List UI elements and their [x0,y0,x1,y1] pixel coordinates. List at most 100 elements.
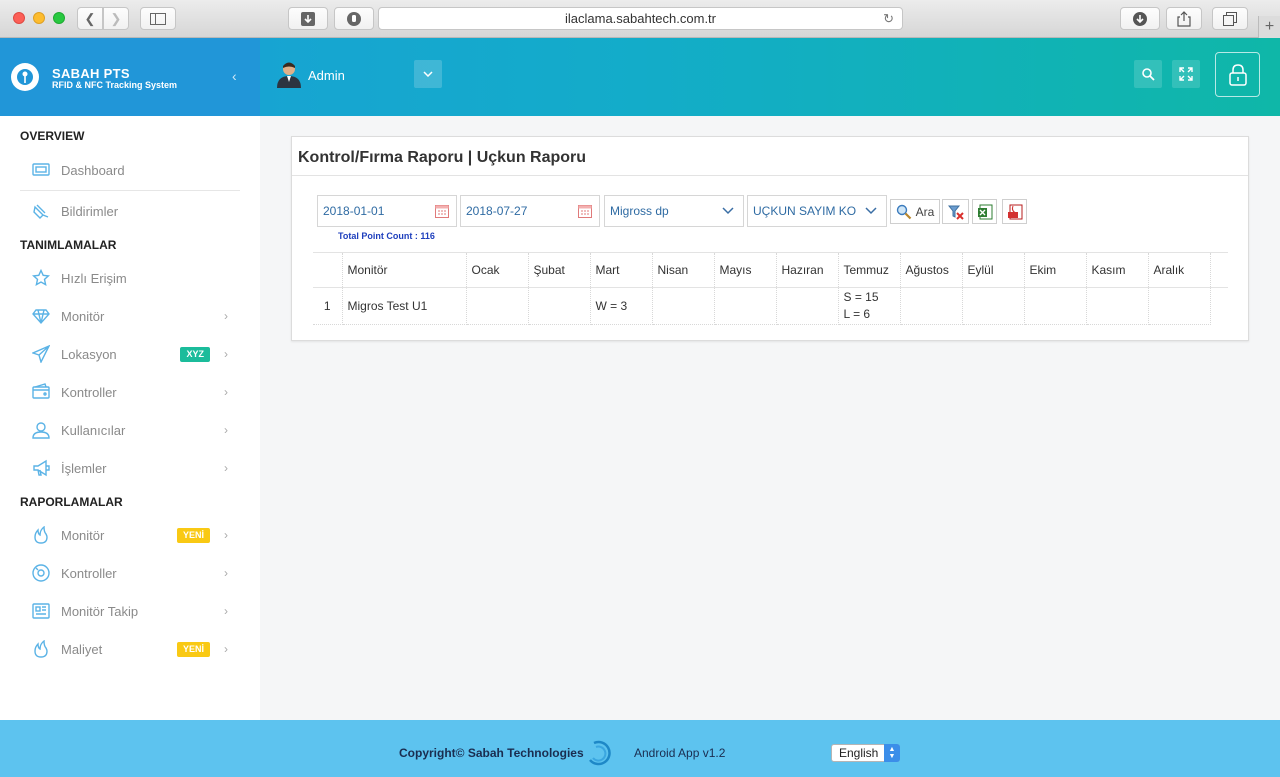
select-arrows-icon: ▲ ▼ [884,744,900,762]
section-title-overview: OVERVIEW [20,129,85,143]
copyright-text: Copyright© Sabah Technologies [399,746,584,760]
forward-button[interactable]: ❯ [103,7,129,30]
share-button[interactable] [1166,7,1202,30]
fire-icon [30,524,52,546]
calendar-icon[interactable] [578,204,592,218]
table-header-row: Monitör Ocak Şubat Mart Nisan Mayıs Hazı… [313,252,1228,288]
pin-logo-icon [11,63,39,91]
sidebar-item-monitor-takip[interactable]: Monitör Takip › [20,596,240,626]
footer: Copyright© Sabah Technologies Android Ap… [0,720,1280,777]
divider [20,190,240,191]
clear-filter-icon [947,205,964,220]
sidebar-item-islemler[interactable]: İşlemler › [20,453,240,483]
language-select[interactable]: English ▲ ▼ [831,744,900,762]
new-tab-button[interactable]: + [1258,16,1280,38]
month-cell [652,287,715,325]
sidebar-item-bildirimler[interactable]: Bildirimler [20,196,240,226]
back-button[interactable]: ❮ [77,7,103,30]
sidebar-item-label: Kontroller [61,384,117,400]
privacy-extension-button[interactable] [334,7,374,30]
chevron-left-icon: ❮ [84,10,96,26]
user-name[interactable]: Admin [308,68,345,83]
report-table: Monitör Ocak Şubat Mart Nisan Mayıs Hazı… [313,252,1228,325]
total-point-count: Total Point Count : 116 [338,231,435,241]
column-header: Kasım [1086,252,1149,288]
month-cell [1086,287,1149,325]
brand-title: SABAH PTS [52,66,130,81]
lock-icon [1228,63,1247,86]
column-header: Hazıran [776,252,839,288]
clear-filter-button[interactable] [942,199,969,224]
diamond-icon [30,305,52,327]
sidebar-item-dashboard[interactable]: Dashboard [20,155,240,185]
month-cell [1024,287,1087,325]
downloads-button[interactable] [1120,7,1160,30]
collapse-sidebar-icon[interactable]: ‹ [232,68,237,84]
reload-icon[interactable]: ↻ [883,11,894,27]
chevron-right-icon: › [224,423,228,437]
end-date-value: 2018-07-27 [466,204,528,218]
sidebar-item-rapor-kontroller[interactable]: Kontroller › [20,558,240,588]
chevron-right-icon: › [224,642,228,656]
avatar[interactable] [276,60,302,88]
expand-icon [1179,67,1193,81]
sidebar-item-label: Kullanıcılar [61,422,126,438]
chevron-right-icon: › [224,604,228,618]
download-extension-button[interactable] [288,7,328,30]
start-date-input[interactable]: 2018-01-01 [317,195,457,227]
column-header: Ocak [466,252,529,288]
report-type-select[interactable]: UÇKUN SAYIM KO [747,195,887,227]
calendar-icon[interactable] [435,204,449,218]
table-row: 1 Migros Test U1 W = 3 S = 15 L = 6 [313,287,1228,325]
sidebar-toggle-button[interactable] [140,7,176,30]
sidebar-item-hizli-erisim[interactable]: Hızlı Erişim [20,263,240,293]
lock-screen-button[interactable] [1215,52,1260,97]
export-excel-button[interactable] [972,199,997,224]
close-window-button[interactable] [13,12,25,24]
chevron-down-icon [423,71,433,77]
monitor-icon [30,159,52,181]
download-arrow-icon [301,11,315,26]
address-bar[interactable]: ilaclama.sabahtech.com.tr ↻ [378,7,903,30]
main-content: Kontrol/Fırma Raporu | Uçkun Raporu 2018… [260,116,1280,720]
month-cell [714,287,777,325]
page-title: Kontrol/Fırma Raporu | Uçkun Raporu [298,149,587,166]
export-pdf-button[interactable] [1002,199,1027,224]
user-menu-dropdown[interactable] [414,60,442,88]
month-cell [776,287,839,325]
end-date-input[interactable]: 2018-07-27 [460,195,600,227]
column-header [313,252,343,288]
sidebar-item-label: Kontroller [61,565,117,581]
sidebar-item-monitor[interactable]: Monitör › [20,301,240,331]
column-header: Aralık [1148,252,1211,288]
sidebar-item-kullanicilar[interactable]: Kullanıcılar › [20,415,240,445]
sidebar-item-label: Maliyet [61,641,103,657]
company-select[interactable]: Migross dp [604,195,744,227]
android-app-link[interactable]: Android App v1.2 [634,746,725,760]
excel-icon [977,204,992,219]
sidebar-item-rapor-monitor[interactable]: Monitör YENİ › [20,520,240,550]
chevron-right-icon: › [224,309,228,323]
month-cell [466,287,529,325]
sidebar-item-lokasyon[interactable]: Lokasyon XYZ › [20,339,240,369]
new-badge: YENİ [176,527,210,543]
company-value: Migross dp [610,204,669,218]
zoom-window-button[interactable] [53,12,65,24]
newspaper-icon [30,600,52,622]
sidebar-item-maliyet[interactable]: Maliyet YENİ › [20,634,240,664]
bell-icon [30,200,52,222]
fullscreen-button[interactable] [1172,60,1200,88]
tabs-overview-button[interactable] [1212,7,1248,30]
column-header: Temmuz [838,252,901,288]
search-button[interactable] [1134,60,1162,88]
section-title-raporlamalar: RAPORLAMALAR [20,495,123,509]
share-icon [1177,10,1191,27]
report-type-value: UÇKUN SAYIM KO [753,204,857,218]
sidebar-item-kontroller[interactable]: Kontroller › [20,377,240,407]
search-report-button[interactable]: Ara [890,199,940,224]
sidebar-item-label: Bildirimler [61,203,119,219]
minimize-window-button[interactable] [33,12,45,24]
column-header: Mart [590,252,653,288]
search-icon [1142,68,1155,81]
sidebar-item-label: Monitör [61,308,105,324]
